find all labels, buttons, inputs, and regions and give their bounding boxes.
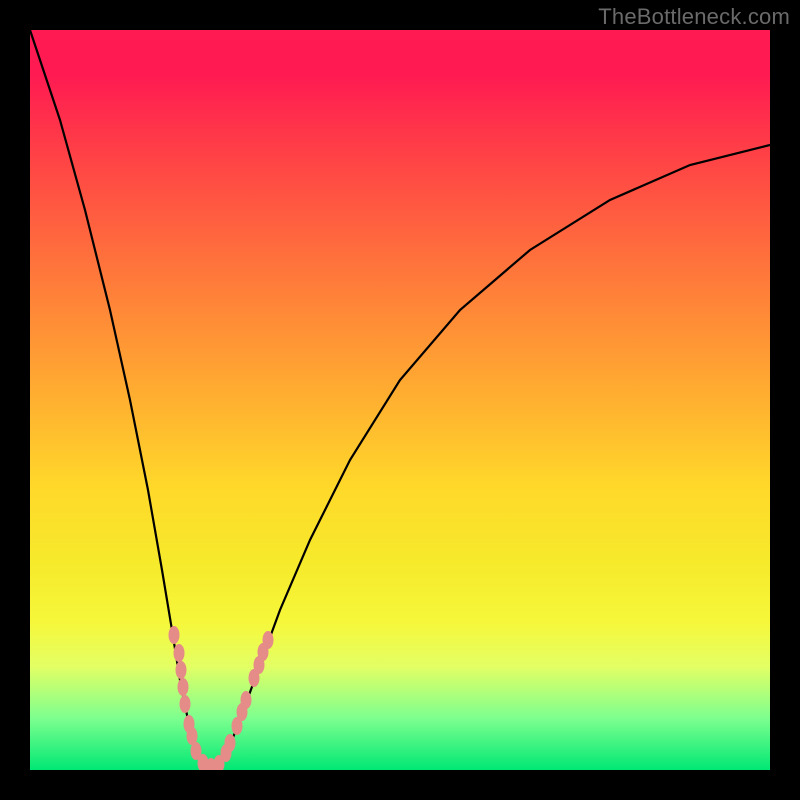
bottleneck-curve <box>30 30 770 770</box>
highlight-dots-left <box>169 626 225 770</box>
chart-frame: TheBottleneck.com <box>0 0 800 800</box>
highlight-dot <box>263 631 274 649</box>
highlight-dot <box>176 661 187 679</box>
highlight-dot <box>178 678 189 696</box>
highlight-dot <box>225 734 236 752</box>
plot-area <box>30 30 770 770</box>
highlight-dot <box>241 691 252 709</box>
highlight-dot <box>174 644 185 662</box>
curve-svg <box>30 30 770 770</box>
highlight-dot <box>180 695 191 713</box>
highlight-dots-right <box>221 631 274 762</box>
highlight-dot <box>169 626 180 644</box>
watermark-text: TheBottleneck.com <box>598 4 790 30</box>
